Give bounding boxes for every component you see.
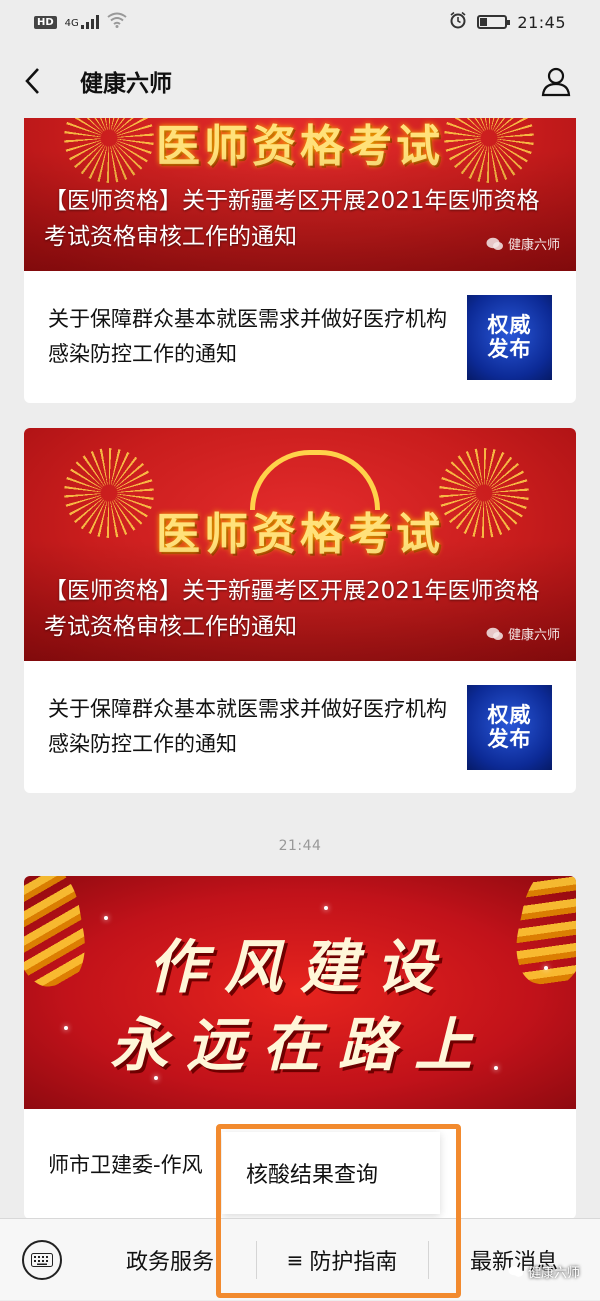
keyboard-icon — [22, 1239, 62, 1280]
time-separator: 21:44 — [278, 838, 322, 854]
menu-list-icon: ≡ — [286, 1247, 304, 1272]
signal-label: 4G — [64, 18, 79, 29]
status-right: 21:45 — [449, 11, 566, 33]
page-title: 健康六师 — [80, 71, 172, 97]
thumb-line: 发布 — [487, 727, 532, 751]
profile-button[interactable] — [536, 61, 576, 101]
wechat-icon — [508, 1265, 524, 1277]
wifi-icon — [107, 12, 127, 32]
hero-art-line: 作风建设 — [147, 933, 452, 1001]
battery-icon — [477, 15, 511, 29]
article-hero[interactable]: 医师资格考试 【医师资格】关于新疆考区开展2021年医师资格考试资格审核工作的通… — [24, 428, 576, 661]
hero-source: 健康六师 — [486, 234, 560, 253]
thumb-line: 权威 — [487, 313, 532, 337]
hero-art-line: 永远在路上 — [109, 1011, 490, 1079]
item-title: 关于保障群众基本就医需求并做好医疗机构感染防控工作的通知 — [48, 697, 447, 756]
status-bar: HD 4G 21:45 — [0, 0, 600, 44]
article-hero[interactable]: 医师资格考试 【医师资格】关于新疆考区开展2021年医师资格考试资格审核工作的通… — [24, 118, 576, 271]
sparkle-decoration — [324, 906, 328, 910]
keyboard-toggle-button[interactable] — [0, 1219, 84, 1301]
menu-label: 防护指南 — [309, 1249, 398, 1275]
signal-icon: 4G — [65, 15, 99, 29]
menu-gov-services[interactable]: 政务服务 — [84, 1219, 256, 1301]
network-badge: HD — [34, 15, 57, 29]
alarm-icon — [449, 11, 467, 33]
hero-caption: 【医师资格】关于新疆考区开展2021年医师资格考试资格审核工作的通知 — [44, 188, 540, 250]
person-icon — [541, 67, 571, 97]
article-card: 医师资格考试 【医师资格】关于新疆考区开展2021年医师资格考试资格审核工作的通… — [24, 118, 576, 403]
item-thumbnail: 权威 发布 — [467, 684, 552, 770]
watermark-label: 健康六师 — [527, 1266, 580, 1281]
article-item[interactable]: 关于保障群众基本就医需求并做好医疗机构感染防控工作的通知 权威 发布 — [24, 271, 576, 403]
wechat-icon — [486, 237, 503, 250]
thumb-line: 权威 — [487, 703, 532, 727]
menu-protection-guide[interactable]: ≡ 防护指南 — [256, 1219, 428, 1301]
chevron-left-icon — [25, 68, 39, 94]
hero-source: 健康六师 — [486, 624, 560, 643]
message-feed[interactable]: 医师资格考试 【医师资格】关于新疆考区开展2021年医师资格考试资格审核工作的通… — [0, 118, 600, 1218]
hero-source-label: 健康六师 — [507, 238, 560, 253]
article-hero[interactable]: 作风建设 永远在路上 — [24, 876, 576, 1109]
nav-bar: 健康六师 — [0, 44, 600, 118]
menu-latest-news[interactable]: 最新消息 — [428, 1219, 600, 1301]
watermark: 健康六师 — [508, 1262, 580, 1281]
thumb-line: 发布 — [487, 337, 532, 361]
hero-source-label: 健康六师 — [507, 628, 560, 643]
status-time: 21:45 — [517, 12, 566, 32]
submenu-item-nucleic-acid-query[interactable]: 核酸结果查询 — [222, 1132, 440, 1214]
wechat-icon — [486, 627, 503, 640]
item-thumbnail: 权威 发布 — [467, 294, 552, 380]
hero-caption: 【医师资格】关于新疆考区开展2021年医师资格考试资格审核工作的通知 — [44, 578, 540, 640]
article-item[interactable]: 关于保障群众基本就医需求并做好医疗机构感染防控工作的通知 权威 发布 — [24, 661, 576, 793]
article-card: 医师资格考试 【医师资格】关于新疆考区开展2021年医师资格考试资格审核工作的通… — [24, 428, 576, 793]
bottom-menu-bar: 政务服务 ≡ 防护指南 最新消息 — [0, 1218, 600, 1300]
item-title: 关于保障群众基本就医需求并做好医疗机构感染防控工作的通知 — [48, 307, 447, 366]
back-button[interactable] — [24, 61, 52, 101]
status-left: HD 4G — [34, 12, 127, 32]
